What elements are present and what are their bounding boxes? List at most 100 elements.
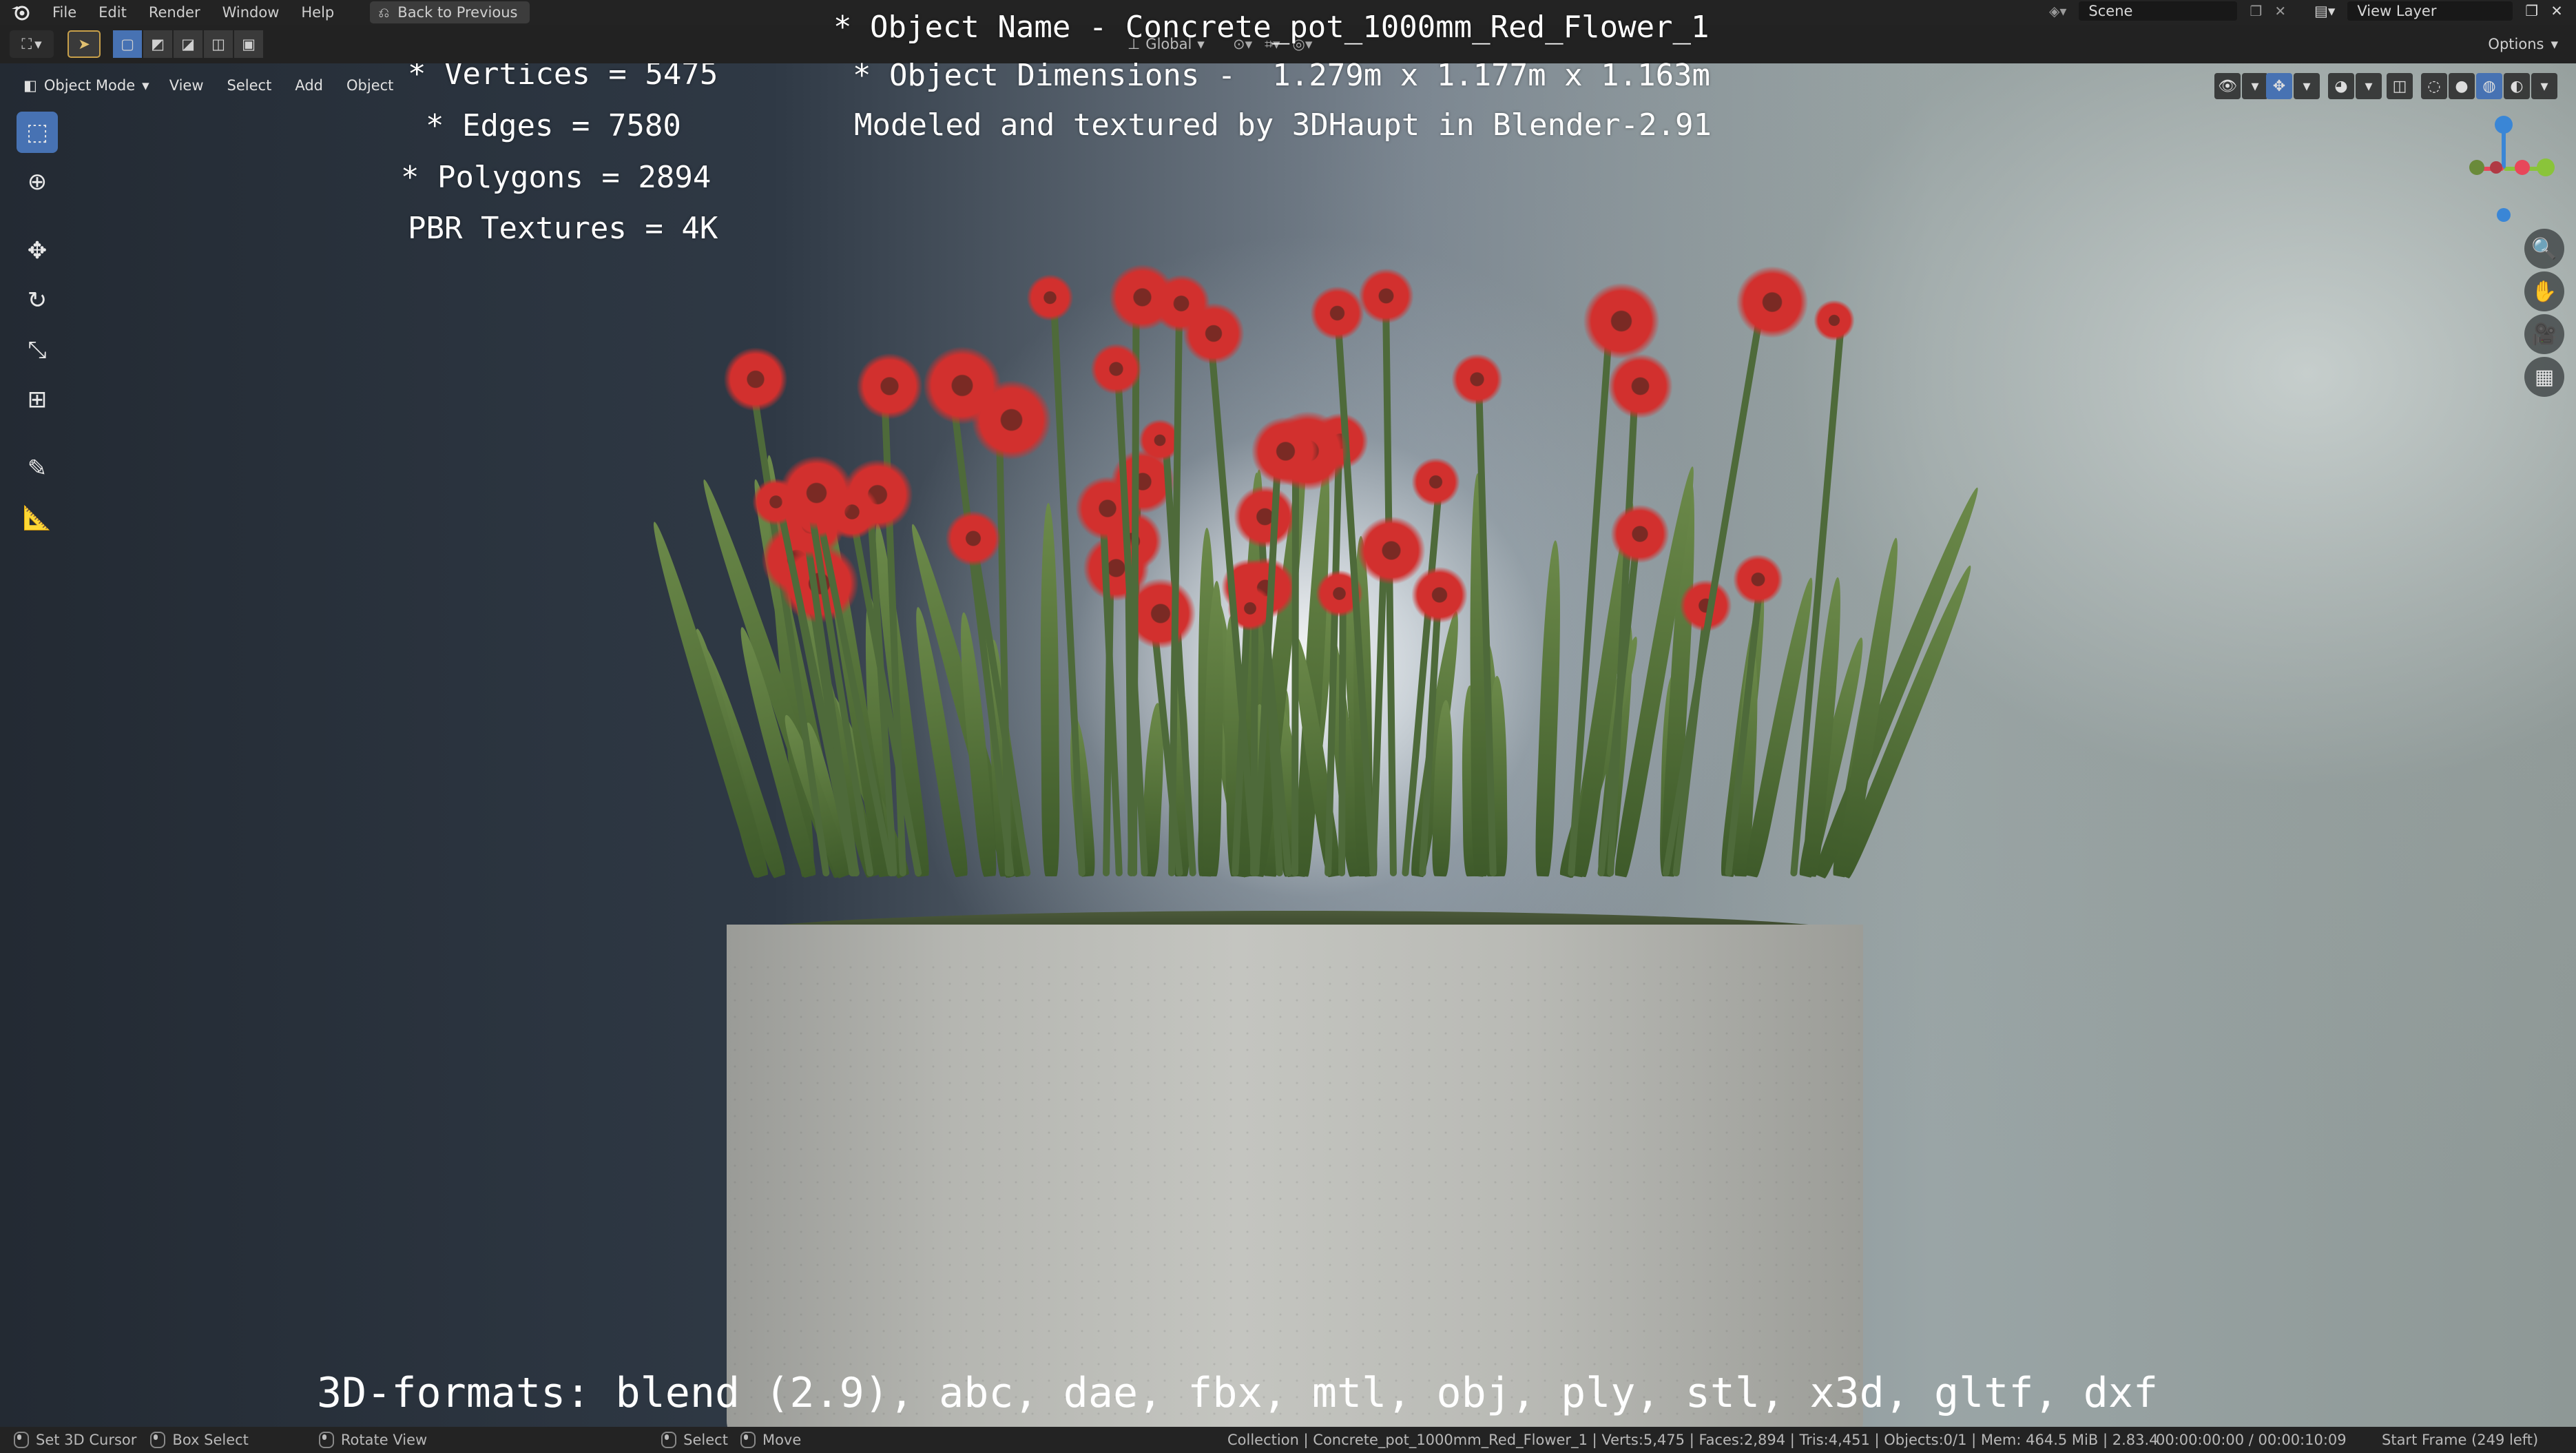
mouse-right-icon <box>661 1432 677 1448</box>
axis-x-dot[interactable] <box>2515 160 2530 175</box>
delete-view-layer-icon[interactable]: ✕ <box>2551 3 2563 19</box>
rendered-shading-icon[interactable]: ◐ <box>2504 73 2530 99</box>
menu-render[interactable]: Render <box>138 4 211 21</box>
box-select-label: Box Select <box>172 1432 249 1448</box>
chevron-down-icon[interactable]: ▾ <box>2294 73 2320 99</box>
axis-neg-z-dot[interactable] <box>2497 208 2511 222</box>
menu-window[interactable]: Window <box>211 4 291 21</box>
transform-icon[interactable]: ⊞ <box>17 379 58 420</box>
polygons-info: * Polygons = 2894 <box>401 160 711 195</box>
viewport-menu-select[interactable]: Select <box>216 77 284 94</box>
visibility-icon[interactable]: 👁 <box>2214 73 2241 99</box>
back-to-previous-button[interactable]: ⎌ Back to Previous <box>370 1 530 23</box>
mode-subtract-button[interactable]: ◪ <box>174 30 202 58</box>
delete-scene-icon[interactable]: ✕ <box>2274 3 2286 19</box>
mode-difference-button[interactable]: ◫ <box>204 30 233 58</box>
status-hint-rotate: Rotate View <box>318 1432 427 1448</box>
chevron-down-icon: ▾ <box>2551 36 2558 52</box>
active-tool-button[interactable]: ➤ <box>67 30 101 58</box>
menu-help[interactable]: Help <box>290 4 345 21</box>
object-name-info: * Object Name - Concrete_pot_1000mm_Red_… <box>833 10 1710 45</box>
set-3d-cursor-label: Set 3D Cursor <box>36 1432 137 1448</box>
status-hint-box-select: Box Select <box>150 1432 249 1448</box>
annotate-icon[interactable]: ✎ <box>17 448 58 489</box>
chevron-down-icon[interactable]: ▾ <box>2242 73 2268 99</box>
new-view-layer-icon[interactable]: ❐ <box>2525 3 2538 19</box>
select-box-icon[interactable]: ⬚ <box>17 112 58 153</box>
mode-extend-icon: ◩ <box>151 36 165 52</box>
navigation-gizmo[interactable] <box>2449 112 2559 229</box>
mode-new-button[interactable]: ▢ <box>113 30 142 58</box>
red-flower <box>1026 274 1074 322</box>
zoom-icon[interactable]: 🔍 <box>2524 229 2564 269</box>
status-hint-select: Select <box>661 1432 728 1448</box>
red-flower <box>1583 282 1661 360</box>
red-flower <box>1451 353 1503 405</box>
red-flower <box>1358 267 1414 324</box>
mode-subtract-icon: ◪ <box>181 36 195 52</box>
scene-icon[interactable]: ◈▾ <box>2049 3 2066 19</box>
axis-y-dot[interactable] <box>2537 158 2555 176</box>
axis-neg-y-dot[interactable] <box>2469 160 2484 175</box>
red-flower <box>1732 554 1784 605</box>
rotate-icon[interactable]: ↻ <box>17 280 58 321</box>
view-layer-field[interactable]: View Layer <box>2347 1 2513 21</box>
red-flower <box>1357 515 1426 585</box>
new-scene-icon[interactable]: ❐ <box>2250 3 2262 19</box>
options-label: Options <box>2488 36 2544 52</box>
scale-icon[interactable]: ⤡ <box>17 329 58 371</box>
select-label: Select <box>683 1432 728 1448</box>
measure-icon[interactable]: 📐 <box>17 497 58 539</box>
mode-intersect-button[interactable]: ▣ <box>234 30 263 58</box>
chevron-down-icon[interactable]: ▾ <box>2356 73 2382 99</box>
pan-icon[interactable]: ✋ <box>2524 271 2564 311</box>
chevron-down-icon: ▾ <box>142 77 149 94</box>
red-flower <box>1813 300 1855 342</box>
status-hint-move: Move <box>740 1432 801 1448</box>
mode-extend-button[interactable]: ◩ <box>143 30 172 58</box>
scene-name-field[interactable]: Scene <box>2079 1 2238 21</box>
flower-stem <box>1338 597 1347 877</box>
solid-shading-icon[interactable]: ● <box>2449 73 2475 99</box>
xray-icon[interactable]: ◫ <box>2387 73 2413 99</box>
menu-file[interactable]: File <box>41 4 87 21</box>
overlay-controls: ◕ ▾ <box>2328 72 2382 101</box>
axis-neg-x-dot[interactable] <box>2490 161 2502 174</box>
leaf <box>1534 539 1565 877</box>
editor-type-button[interactable]: ⛶ ▾ <box>10 30 54 58</box>
editor-type-icon: ⛶ <box>21 35 32 52</box>
axis-z-dot[interactable] <box>2495 116 2513 134</box>
red-flower <box>1310 286 1364 340</box>
menu-edit[interactable]: Edit <box>87 4 138 21</box>
camera-icon[interactable]: 🎥 <box>2524 314 2564 354</box>
pot-texture <box>727 959 1863 1427</box>
blender-logo-icon[interactable] <box>0 0 41 25</box>
red-flower <box>1411 566 1468 624</box>
move-label: Move <box>762 1432 802 1448</box>
viewport-menu-object[interactable]: Object <box>335 77 405 94</box>
overlays-icon[interactable]: ◕ <box>2328 73 2354 99</box>
grid-icon[interactable]: ▦ <box>2524 357 2564 397</box>
viewport-menu-add[interactable]: Add <box>283 77 335 94</box>
options-dropdown[interactable]: Options ▾ <box>2480 32 2566 56</box>
scene-statistics: Collection | Concrete_pot_1000mm_Red_Flo… <box>1227 1432 2159 1448</box>
red-flower <box>1183 302 1245 364</box>
formats-info: 3D-formats: blend (2.9), abc, dae, fbx, … <box>317 1369 2159 1417</box>
viewport-menu-view[interactable]: View <box>158 77 216 94</box>
wireframe-shading-icon[interactable]: ◌ <box>2421 73 2447 99</box>
object-dimensions-info: * Object Dimensions - 1.279m x 1.177m x … <box>853 58 1711 93</box>
object-mode-dropdown[interactable]: ◧ Object Mode ▾ <box>15 73 158 98</box>
gizmo-toggle-icon[interactable]: ✥ <box>2266 73 2292 99</box>
material-shading-icon[interactable]: ◍ <box>2476 73 2502 99</box>
timecode: 00:00:00:00 / 00:00:10:09 <box>2156 1432 2347 1448</box>
red-flower <box>1610 504 1670 564</box>
chevron-down-icon[interactable]: ▾ <box>2531 73 2557 99</box>
view-layer-icon[interactable]: ▤▾ <box>2314 3 2335 19</box>
scene-selector[interactable]: ◈▾ Scene ❐ ✕ <box>2049 0 2286 22</box>
chevron-down-icon: ▾ <box>34 36 42 52</box>
view-layer-selector[interactable]: ▤▾ View Layer ❐ ✕ <box>2314 0 2563 22</box>
move-icon[interactable]: ✥ <box>17 230 58 271</box>
3d-viewport[interactable]: ◧ Object Mode ▾ View Select Add Object 👁… <box>0 63 2576 1427</box>
cursor-icon[interactable]: ⊕ <box>17 161 58 203</box>
red-flower <box>723 347 788 412</box>
